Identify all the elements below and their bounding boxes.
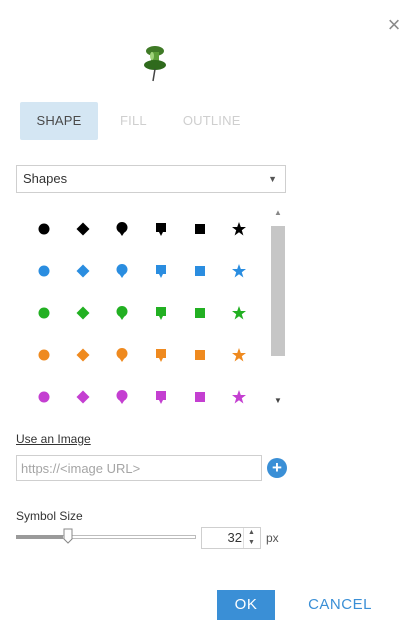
symbol-tabs: SHAPE FILL OUTLINE: [20, 102, 253, 140]
pin-symbol-icon[interactable]: [102, 298, 141, 328]
square-symbol-icon[interactable]: [180, 340, 219, 370]
green-pushpin-icon: [144, 46, 166, 82]
image-url-input[interactable]: [16, 455, 262, 481]
scroll-up-arrow-icon[interactable]: ▲: [270, 206, 286, 220]
symbol-size-slider[interactable]: [16, 528, 196, 546]
use-an-image-link[interactable]: Use an Image: [16, 432, 91, 446]
symbol-row: [24, 292, 260, 334]
square-symbol-icon[interactable]: [180, 214, 219, 244]
symbol-row: [24, 376, 260, 418]
symbol-row: [24, 334, 260, 376]
callout-symbol-icon[interactable]: [141, 340, 180, 370]
symbol-grid: [24, 208, 260, 418]
star-symbol-icon[interactable]: [219, 298, 258, 328]
callout-symbol-icon[interactable]: [141, 214, 180, 244]
pin-symbol-icon[interactable]: [102, 382, 141, 412]
diamond-symbol-icon[interactable]: [63, 298, 102, 328]
pin-symbol-icon[interactable]: [102, 340, 141, 370]
tab-fill[interactable]: FILL: [108, 102, 159, 140]
slider-handle[interactable]: [63, 528, 73, 544]
circle-symbol-icon[interactable]: [24, 214, 63, 244]
symbol-category-select[interactable]: Shapes ▼: [16, 165, 286, 193]
add-image-icon[interactable]: +: [267, 458, 287, 478]
palette-scrollbar[interactable]: ▲ ▼: [270, 206, 286, 408]
slider-fill: [16, 535, 63, 539]
star-symbol-icon[interactable]: [219, 214, 258, 244]
tab-shape[interactable]: SHAPE: [20, 102, 98, 140]
square-symbol-icon[interactable]: [180, 298, 219, 328]
callout-symbol-icon[interactable]: [141, 298, 180, 328]
pin-symbol-icon[interactable]: [102, 256, 141, 286]
symbol-palette: ▲ ▼: [16, 204, 288, 410]
chevron-down-icon: ▼: [268, 174, 277, 184]
close-icon[interactable]: ×: [384, 14, 404, 36]
diamond-symbol-icon[interactable]: [63, 256, 102, 286]
square-symbol-icon[interactable]: [180, 256, 219, 286]
size-unit-label: px: [266, 531, 279, 545]
callout-symbol-icon[interactable]: [141, 256, 180, 286]
circle-symbol-icon[interactable]: [24, 382, 63, 412]
stepper-up-icon[interactable]: ▲: [243, 528, 259, 538]
star-symbol-icon[interactable]: [219, 340, 258, 370]
pin-symbol-icon[interactable]: [102, 214, 141, 244]
star-symbol-icon[interactable]: [219, 382, 258, 412]
diamond-symbol-icon[interactable]: [63, 340, 102, 370]
scroll-down-arrow-icon[interactable]: ▼: [270, 394, 286, 408]
symbol-size-value[interactable]: 32: [228, 528, 242, 548]
scroll-thumb[interactable]: [271, 226, 285, 356]
symbol-size-stepper[interactable]: 32 ▲ ▼: [201, 527, 261, 549]
stepper-down-icon[interactable]: ▼: [243, 538, 259, 548]
callout-symbol-icon[interactable]: [141, 382, 180, 412]
symbol-size-label: Symbol Size: [16, 509, 83, 523]
circle-symbol-icon[interactable]: [24, 298, 63, 328]
symbol-row: [24, 250, 260, 292]
symbol-row: [24, 208, 260, 250]
symbol-category-value: Shapes: [23, 171, 68, 186]
diamond-symbol-icon[interactable]: [63, 382, 102, 412]
tab-outline[interactable]: OUTLINE: [171, 102, 253, 140]
circle-symbol-icon[interactable]: [24, 340, 63, 370]
star-symbol-icon[interactable]: [219, 256, 258, 286]
circle-symbol-icon[interactable]: [24, 256, 63, 286]
square-symbol-icon[interactable]: [180, 382, 219, 412]
diamond-symbol-icon[interactable]: [63, 214, 102, 244]
